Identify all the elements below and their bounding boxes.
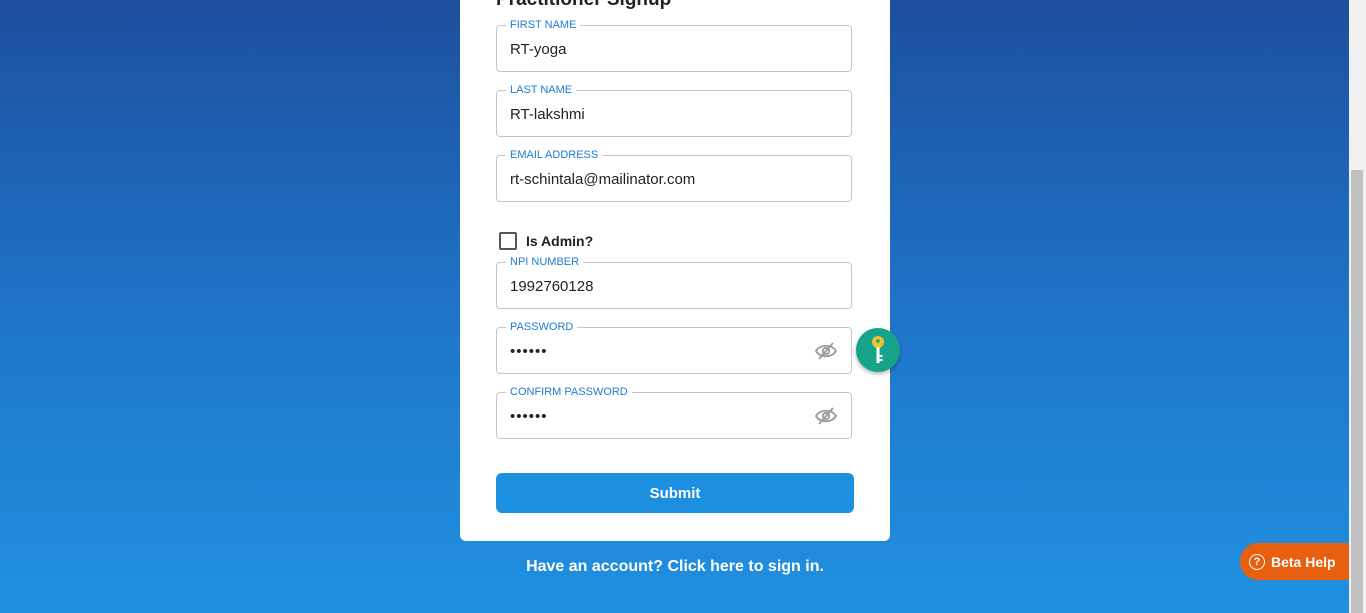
help-circle-icon: ? (1249, 553, 1265, 570)
sign-in-link[interactable]: Have an account? Click here to sign in. (460, 558, 890, 576)
confirm-password-field[interactable]: CONFIRM PASSWORD •••••• (496, 385, 852, 440)
last-name-value[interactable]: RT-lakshmi (510, 91, 585, 138)
is-admin-label[interactable]: Is Admin? (526, 233, 593, 249)
submit-button[interactable]: Submit (496, 473, 854, 513)
first-name-field[interactable]: FIRST NAME RT-yoga (496, 18, 852, 73)
last-name-field[interactable]: LAST NAME RT-lakshmi (496, 83, 852, 138)
first-name-value[interactable]: RT-yoga (510, 26, 566, 73)
key-icon[interactable] (856, 328, 900, 372)
password-value[interactable]: •••••• (510, 328, 548, 375)
confirm-password-value[interactable]: •••••• (510, 393, 548, 440)
is-admin-row[interactable]: Is Admin? (499, 230, 593, 252)
beta-help-button[interactable]: ? Beta Help (1240, 543, 1350, 580)
eye-slash-icon[interactable] (814, 341, 838, 361)
page-scrollbar[interactable] (1349, 0, 1366, 613)
email-field[interactable]: EMAIL ADDRESS rt-schintala@mailinator.co… (496, 148, 852, 203)
signup-card: Practitioner Signup FIRST NAME RT-yoga L… (460, 0, 890, 541)
beta-help-label: Beta Help (1271, 553, 1336, 570)
is-admin-checkbox[interactable] (499, 232, 517, 250)
password-field[interactable]: PASSWORD •••••• (496, 320, 852, 375)
scrollbar-thumb[interactable] (1351, 170, 1363, 613)
eye-slash-icon[interactable] (814, 406, 838, 426)
page-title: Practitioner Signup (496, 0, 671, 10)
npi-value[interactable]: 1992760128 (510, 263, 593, 310)
npi-field[interactable]: NPI NUMBER 1992760128 (496, 255, 852, 310)
email-value[interactable]: rt-schintala@mailinator.com (510, 156, 695, 203)
